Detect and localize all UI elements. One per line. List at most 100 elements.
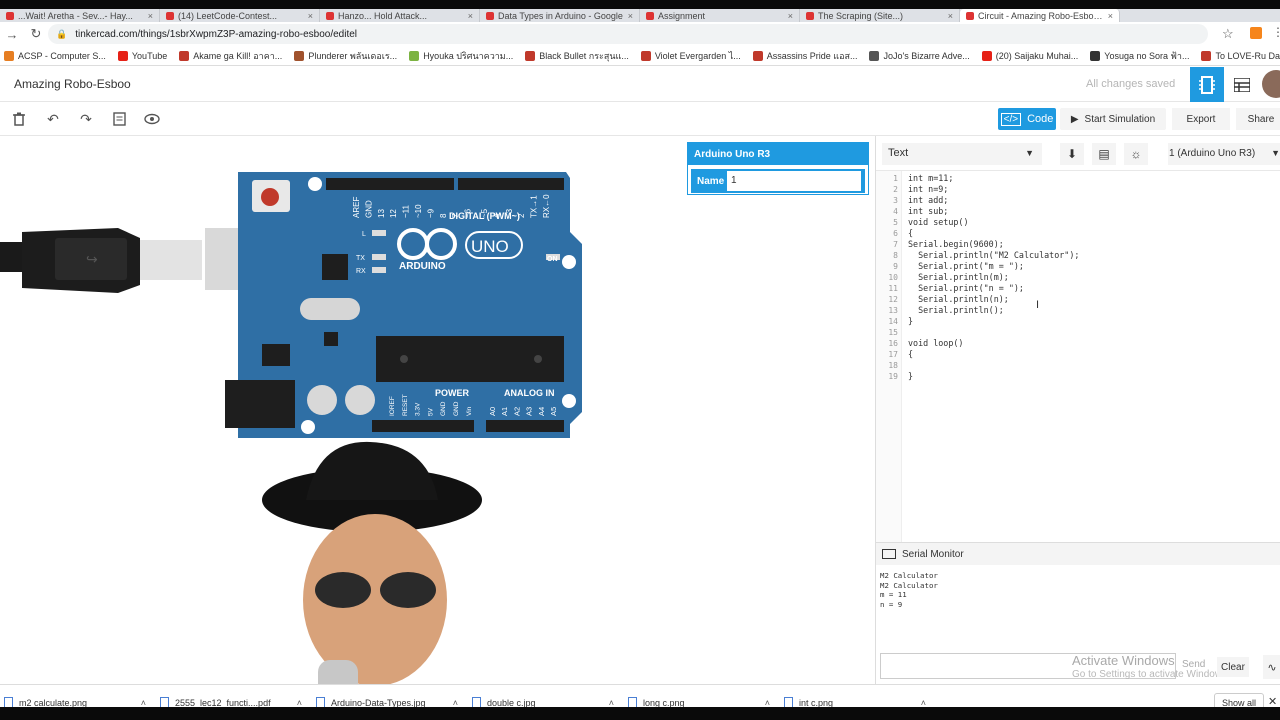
browser-tab[interactable]: Hanzo... Hold Attack... ×	[320, 9, 480, 22]
tab-close-icon[interactable]: ×	[308, 11, 313, 21]
code-panel: Text ▼ ⬇ ▤ ☼ 1 (Arduino Uno R3) ▼ I 1 int…	[875, 136, 1280, 684]
code-line: Serial.print("n = ");	[908, 283, 1024, 293]
play-icon: ▶	[1070, 113, 1079, 125]
trash-icon[interactable]	[9, 109, 29, 129]
analog-pin-label: A4	[537, 407, 546, 416]
browser-tab[interactable]: ...Wait! Aretha - Sev...- Hay... ×	[0, 9, 160, 22]
user-avatar[interactable]	[1262, 70, 1280, 98]
serial-monitor-header[interactable]: Serial Monitor	[876, 543, 1280, 565]
code-line: void loop()	[908, 338, 964, 348]
redo-icon[interactable]: ↷	[76, 109, 96, 129]
chevron-up-icon[interactable]: ˄	[609, 698, 614, 708]
extension-icon[interactable]	[1250, 27, 1262, 39]
uno-model: UNO	[471, 237, 509, 256]
eye-icon[interactable]	[142, 109, 162, 129]
browser-tab[interactable]: Assignment ×	[640, 9, 800, 22]
bookmark-favicon-icon	[640, 50, 651, 61]
bookmark-favicon-icon	[4, 50, 14, 61]
design-title[interactable]: Amazing Robo-Esboo	[14, 77, 131, 91]
lock-icon: 🔒	[56, 28, 68, 39]
code-line: }	[908, 316, 914, 326]
clear-button[interactable]: Clear	[1217, 657, 1249, 677]
code-editor[interactable]: I 1 int m=11; 2 int n=9; 3 int add; 4 int sub; 5…	[876, 170, 1280, 543]
bookmark-item[interactable]: Hyouka ปริศนาความ...	[409, 49, 513, 63]
bookmark-item[interactable]: Plunderer พลันเดอเร...	[294, 49, 397, 63]
line-number: 3	[893, 196, 898, 205]
line-number: 10	[888, 273, 898, 282]
share-button[interactable]: Share	[1236, 108, 1280, 130]
bookmark-favicon-icon	[179, 50, 190, 61]
debugger-bug-icon[interactable]: ☼	[1124, 143, 1148, 165]
bookmark-favicon-icon	[117, 50, 128, 61]
inspector-title: Arduino Uno R3	[688, 143, 868, 165]
code-mode-select[interactable]: Text ▼	[882, 143, 1042, 165]
bookmark-item[interactable]: (20) Saijaku Muhai...	[981, 50, 1078, 61]
save-status: All changes saved	[1086, 78, 1176, 90]
url-text: tinkercad.com/things/1sbrXwpmZ3P-amazing…	[75, 28, 358, 40]
download-icon[interactable]: ⬇	[1060, 143, 1084, 165]
bookmark-item[interactable]: Yosuga no Sora ฟ้า...	[1090, 49, 1189, 63]
editor-toolbar: ↶ ↷ </> Code ▶ Start Simulation Export S…	[0, 102, 1280, 136]
browser-tab[interactable]: (14) LeetCode-Contest... ×	[160, 9, 320, 22]
component-list-button[interactable]	[1226, 67, 1258, 102]
chevron-up-icon[interactable]: ˄	[921, 698, 926, 708]
graph-icon[interactable]: ∿	[1263, 655, 1280, 679]
tab-close-icon[interactable]: ×	[468, 11, 473, 21]
bookmark-item[interactable]: To LOVE-Ru Darkne...	[1201, 50, 1280, 61]
chevron-up-icon[interactable]: ˄	[297, 698, 302, 708]
bookmark-item[interactable]: Black Bullet กระสุนแ...	[525, 49, 629, 63]
url-field[interactable]: 🔒 tinkercad.com/things/1sbrXwpmZ3P-amazi…	[48, 24, 1208, 44]
tab-favicon-icon	[326, 11, 334, 20]
browser-tab[interactable]: Circuit - Amazing Robo-Esboo | T... ×	[960, 9, 1120, 22]
name-row: Name 1	[691, 169, 865, 193]
tab-favicon-icon	[806, 11, 814, 20]
download-filename: 2555_lec12_functi....pdf	[175, 697, 271, 708]
on-label: ON	[547, 256, 558, 263]
undo-icon[interactable]: ↶	[43, 109, 63, 129]
serial-output-line: M2 Calculator	[880, 580, 938, 590]
tab-close-icon[interactable]: ×	[148, 11, 153, 21]
bookmark-item[interactable]: JoJo's Bizarre Adve...	[869, 50, 970, 61]
tab-label: Circuit - Amazing Robo-Esboo | T...	[978, 10, 1104, 21]
chevron-up-icon[interactable]: ˄	[765, 698, 770, 708]
power-pin-label: IOREF	[389, 396, 396, 416]
notes-icon[interactable]	[109, 109, 129, 129]
bookmark-item[interactable]: YouTube	[117, 50, 167, 61]
bookmark-star-icon[interactable]: ☆	[1222, 26, 1234, 42]
bookmark-item[interactable]: Assassins Pride แอส...	[752, 49, 857, 63]
bookmark-item[interactable]: ACSP - Computer S...	[4, 50, 106, 61]
library-icon[interactable]: ▤	[1092, 143, 1116, 165]
export-button[interactable]: Export	[1172, 108, 1230, 130]
device-select[interactable]: 1 (Arduino Uno R3) ▼	[1168, 143, 1280, 165]
name-input[interactable]: 1	[727, 171, 861, 191]
serial-output: M2 Calculator M2 Calculator m = 11 n = 9	[880, 571, 938, 609]
start-simulation-button[interactable]: ▶ Start Simulation	[1060, 108, 1166, 130]
chevron-up-icon[interactable]: ˄	[141, 698, 146, 708]
analog-in-label: ANALOG IN	[504, 388, 555, 398]
tab-favicon-icon	[6, 11, 14, 20]
reload-icon[interactable]: ↻	[24, 22, 48, 46]
bookmark-favicon-icon	[294, 50, 305, 61]
code-line: int add;	[908, 195, 949, 205]
tab-close-icon[interactable]: ×	[1108, 11, 1113, 21]
workplane-canvas[interactable]: ↪ DIGITAL (PWM~) ARDUINO UNO ON POWER AN…	[0, 136, 875, 716]
line-number: 2	[893, 185, 898, 194]
list-icon	[1234, 77, 1250, 92]
line-number: 18	[888, 361, 898, 370]
send-button[interactable]: Send	[1182, 659, 1205, 670]
code-button[interactable]: </> Code	[998, 108, 1056, 130]
tab-close-icon[interactable]: ×	[948, 11, 953, 21]
browser-tab[interactable]: The Scraping (Site...) ×	[800, 9, 960, 22]
circuit-view-button[interactable]	[1190, 67, 1224, 102]
download-filename: int c.png	[799, 697, 834, 708]
digital-pin-label: RX←0	[542, 194, 551, 218]
browser-menu-icon[interactable]: ⋮	[1272, 25, 1280, 39]
tab-favicon-icon	[486, 11, 494, 20]
bookmark-item[interactable]: Akame ga Kill! อาคา...	[179, 49, 282, 63]
browser-tab[interactable]: Data Types in Arduino - Google ×	[480, 9, 640, 22]
forward-icon[interactable]: →	[0, 22, 24, 46]
bookmark-item[interactable]: Violet Evergarden ไ...	[640, 49, 741, 63]
tab-close-icon[interactable]: ×	[628, 11, 633, 21]
chevron-up-icon[interactable]: ˄	[453, 698, 458, 708]
tab-close-icon[interactable]: ×	[788, 11, 793, 21]
